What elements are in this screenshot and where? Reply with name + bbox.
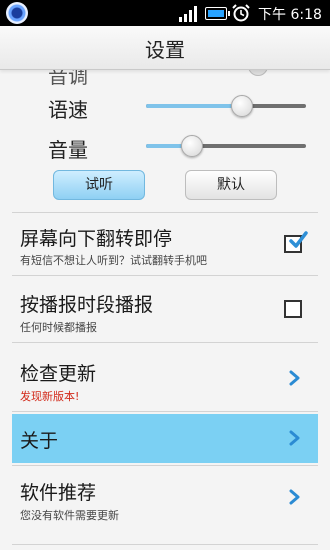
volume-slider-thumb[interactable] <box>181 135 204 157</box>
reset-default-button[interactable]: 默认 <box>185 170 277 200</box>
page-title: 设置 <box>145 38 185 62</box>
chevron-right-icon <box>289 430 300 446</box>
volume-slider[interactable] <box>146 135 306 157</box>
partial-setting-label: 音调 <box>48 70 88 88</box>
divider <box>12 411 318 412</box>
setting-row-flip-to-stop[interactable]: 屏幕向下翻转即停 有短信不想让人听到？试试翻转手机吧 <box>12 213 318 275</box>
update-available-text: 发现新版本! <box>20 390 80 403</box>
setting-title: 关于 <box>20 430 59 452</box>
flip-to-stop-checkbox[interactable] <box>284 231 308 253</box>
speech-rate-slider-thumb[interactable] <box>231 95 253 117</box>
settings-list[interactable]: 音调 语速 音量 试听 默认 屏幕向下翻转即停 有短信不想让人听到？试试翻转手机… <box>0 70 330 550</box>
setting-subtitle: 您没有软件需要更新 <box>20 509 119 522</box>
speech-rate-slider[interactable] <box>146 95 306 117</box>
speech-rate-label: 语速 <box>48 98 88 122</box>
broadcast-period-checkbox[interactable] <box>284 300 302 318</box>
chevron-right-icon <box>289 489 300 505</box>
setting-row-software-recommend[interactable]: 软件推荐 您没有软件需要更新 <box>12 466 318 536</box>
setting-subtitle: 任何时候都播报 <box>20 321 97 334</box>
battery-icon <box>205 7 230 20</box>
chevron-right-icon <box>289 370 300 386</box>
speech-rate-slider-fill <box>146 104 242 108</box>
setting-title: 屏幕向下翻转即停 <box>20 228 173 250</box>
title-bar: 设置 <box>0 26 330 70</box>
status-bar: 下午 6:18 <box>0 0 330 26</box>
status-time: 下午 6:18 <box>258 7 322 23</box>
setting-title: 按播报时段播报 <box>20 294 154 316</box>
signal-bars-icon <box>179 6 197 22</box>
setting-row-check-update[interactable]: 检查更新 发现新版本! <box>12 343 318 411</box>
partial-slider-thumb[interactable] <box>248 70 268 76</box>
setting-row-about[interactable]: 关于 <box>12 414 318 463</box>
setting-row-broadcast-period[interactable]: 按播报时段播报 任何时候都播报 <box>12 276 318 342</box>
check-mark-icon <box>289 231 308 248</box>
setting-title: 检查更新 <box>20 363 97 385</box>
alarm-clock-icon <box>232 4 250 22</box>
test-listen-button[interactable]: 试听 <box>53 170 145 200</box>
setting-subtitle: 有短信不想让人听到？试试翻转手机吧 <box>20 254 207 267</box>
camera-lens-icon <box>6 2 28 24</box>
divider <box>12 544 318 545</box>
volume-label: 音量 <box>48 138 88 162</box>
setting-title: 软件推荐 <box>20 482 97 504</box>
